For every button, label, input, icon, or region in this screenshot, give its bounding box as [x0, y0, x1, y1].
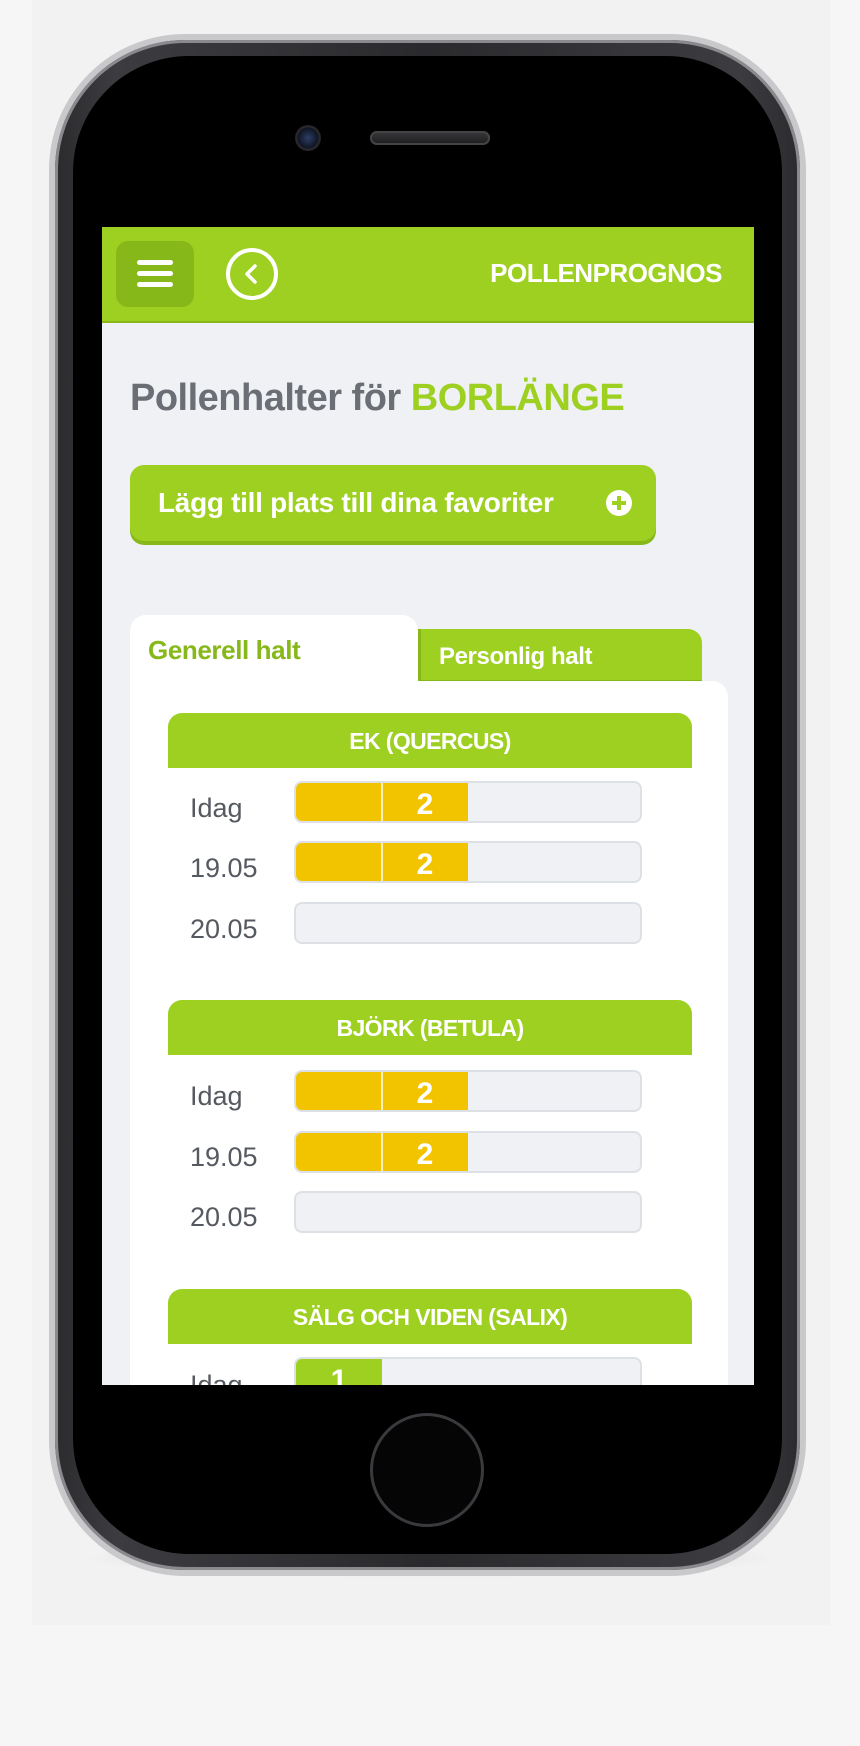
plus-circle-icon: [606, 490, 632, 516]
level-bar: 2: [294, 841, 642, 883]
row-label: 19.05: [190, 1142, 258, 1172]
level-bar-divider: [381, 783, 383, 821]
level-bar-divider: [381, 843, 383, 881]
row-label: Idag: [190, 1081, 243, 1111]
home-button[interactable]: [370, 1413, 484, 1527]
level-bar: 1: [294, 1357, 642, 1385]
tab-personlig-halt[interactable]: Personlig halt: [418, 629, 702, 683]
front-camera: [295, 125, 321, 151]
row-label: Idag: [190, 1370, 243, 1385]
level-bar: 2: [294, 1131, 642, 1173]
level-value: 2: [416, 1077, 434, 1110]
pollen-name: EK (QUERCUS): [349, 728, 511, 754]
pollen-header-bjork: BJÖRK (BETULA): [168, 1000, 692, 1055]
page-title-prefix: Pollenhalter för: [130, 377, 401, 419]
pollen-content-card: EK (QUERCUS) Idag 2 19.05 2 20.05 BJÖRK …: [130, 681, 728, 1385]
tab-label: Generell halt: [148, 635, 301, 665]
level-bar: 2: [294, 781, 642, 823]
chevron-left-icon: [245, 264, 257, 284]
app-title: POLLENPROGNOS: [490, 258, 722, 288]
row-label: Idag: [190, 793, 243, 823]
row-label: 19.05: [190, 853, 258, 883]
back-button[interactable]: [226, 248, 278, 300]
menu-button[interactable]: [116, 241, 194, 307]
level-bar: 2: [294, 1070, 642, 1112]
level-value: 2: [416, 848, 434, 881]
row-label: 20.05: [190, 1202, 258, 1232]
pollen-header-ek: EK (QUERCUS): [168, 713, 692, 768]
level-value: 2: [416, 1138, 434, 1171]
pollen-name: BJÖRK (BETULA): [336, 1015, 524, 1041]
level-bar-divider: [381, 1133, 383, 1171]
level-value: 2: [416, 788, 434, 821]
tab-label: Personlig halt: [439, 643, 593, 670]
row-label: 20.05: [190, 914, 258, 944]
top-bar: POLLENPROGNOS: [102, 227, 754, 323]
level-bar: [294, 902, 642, 944]
pollen-name: SÄLG OCH VIDEN (SALIX): [292, 1304, 568, 1330]
level-bar: [294, 1191, 642, 1233]
add-favorite-button[interactable]: Lägg till plats till dina favoriter: [130, 465, 656, 541]
level-bar-divider: [381, 1072, 383, 1110]
page-title-city: BORLÄNGE: [410, 377, 625, 419]
add-favorite-label: Lägg till plats till dina favoriter: [158, 487, 554, 518]
page-title: Pollenhalter för BORLÄNGE: [130, 377, 625, 420]
tab-generell-halt[interactable]: Generell halt: [130, 615, 418, 681]
app-screen: POLLENPROGNOS Pollenhalter för BORLÄNGE …: [102, 227, 754, 1385]
level-value: 1: [330, 1364, 348, 1385]
earpiece-speaker: [370, 131, 490, 145]
pollen-header-salix: SÄLG OCH VIDEN (SALIX): [168, 1289, 692, 1344]
